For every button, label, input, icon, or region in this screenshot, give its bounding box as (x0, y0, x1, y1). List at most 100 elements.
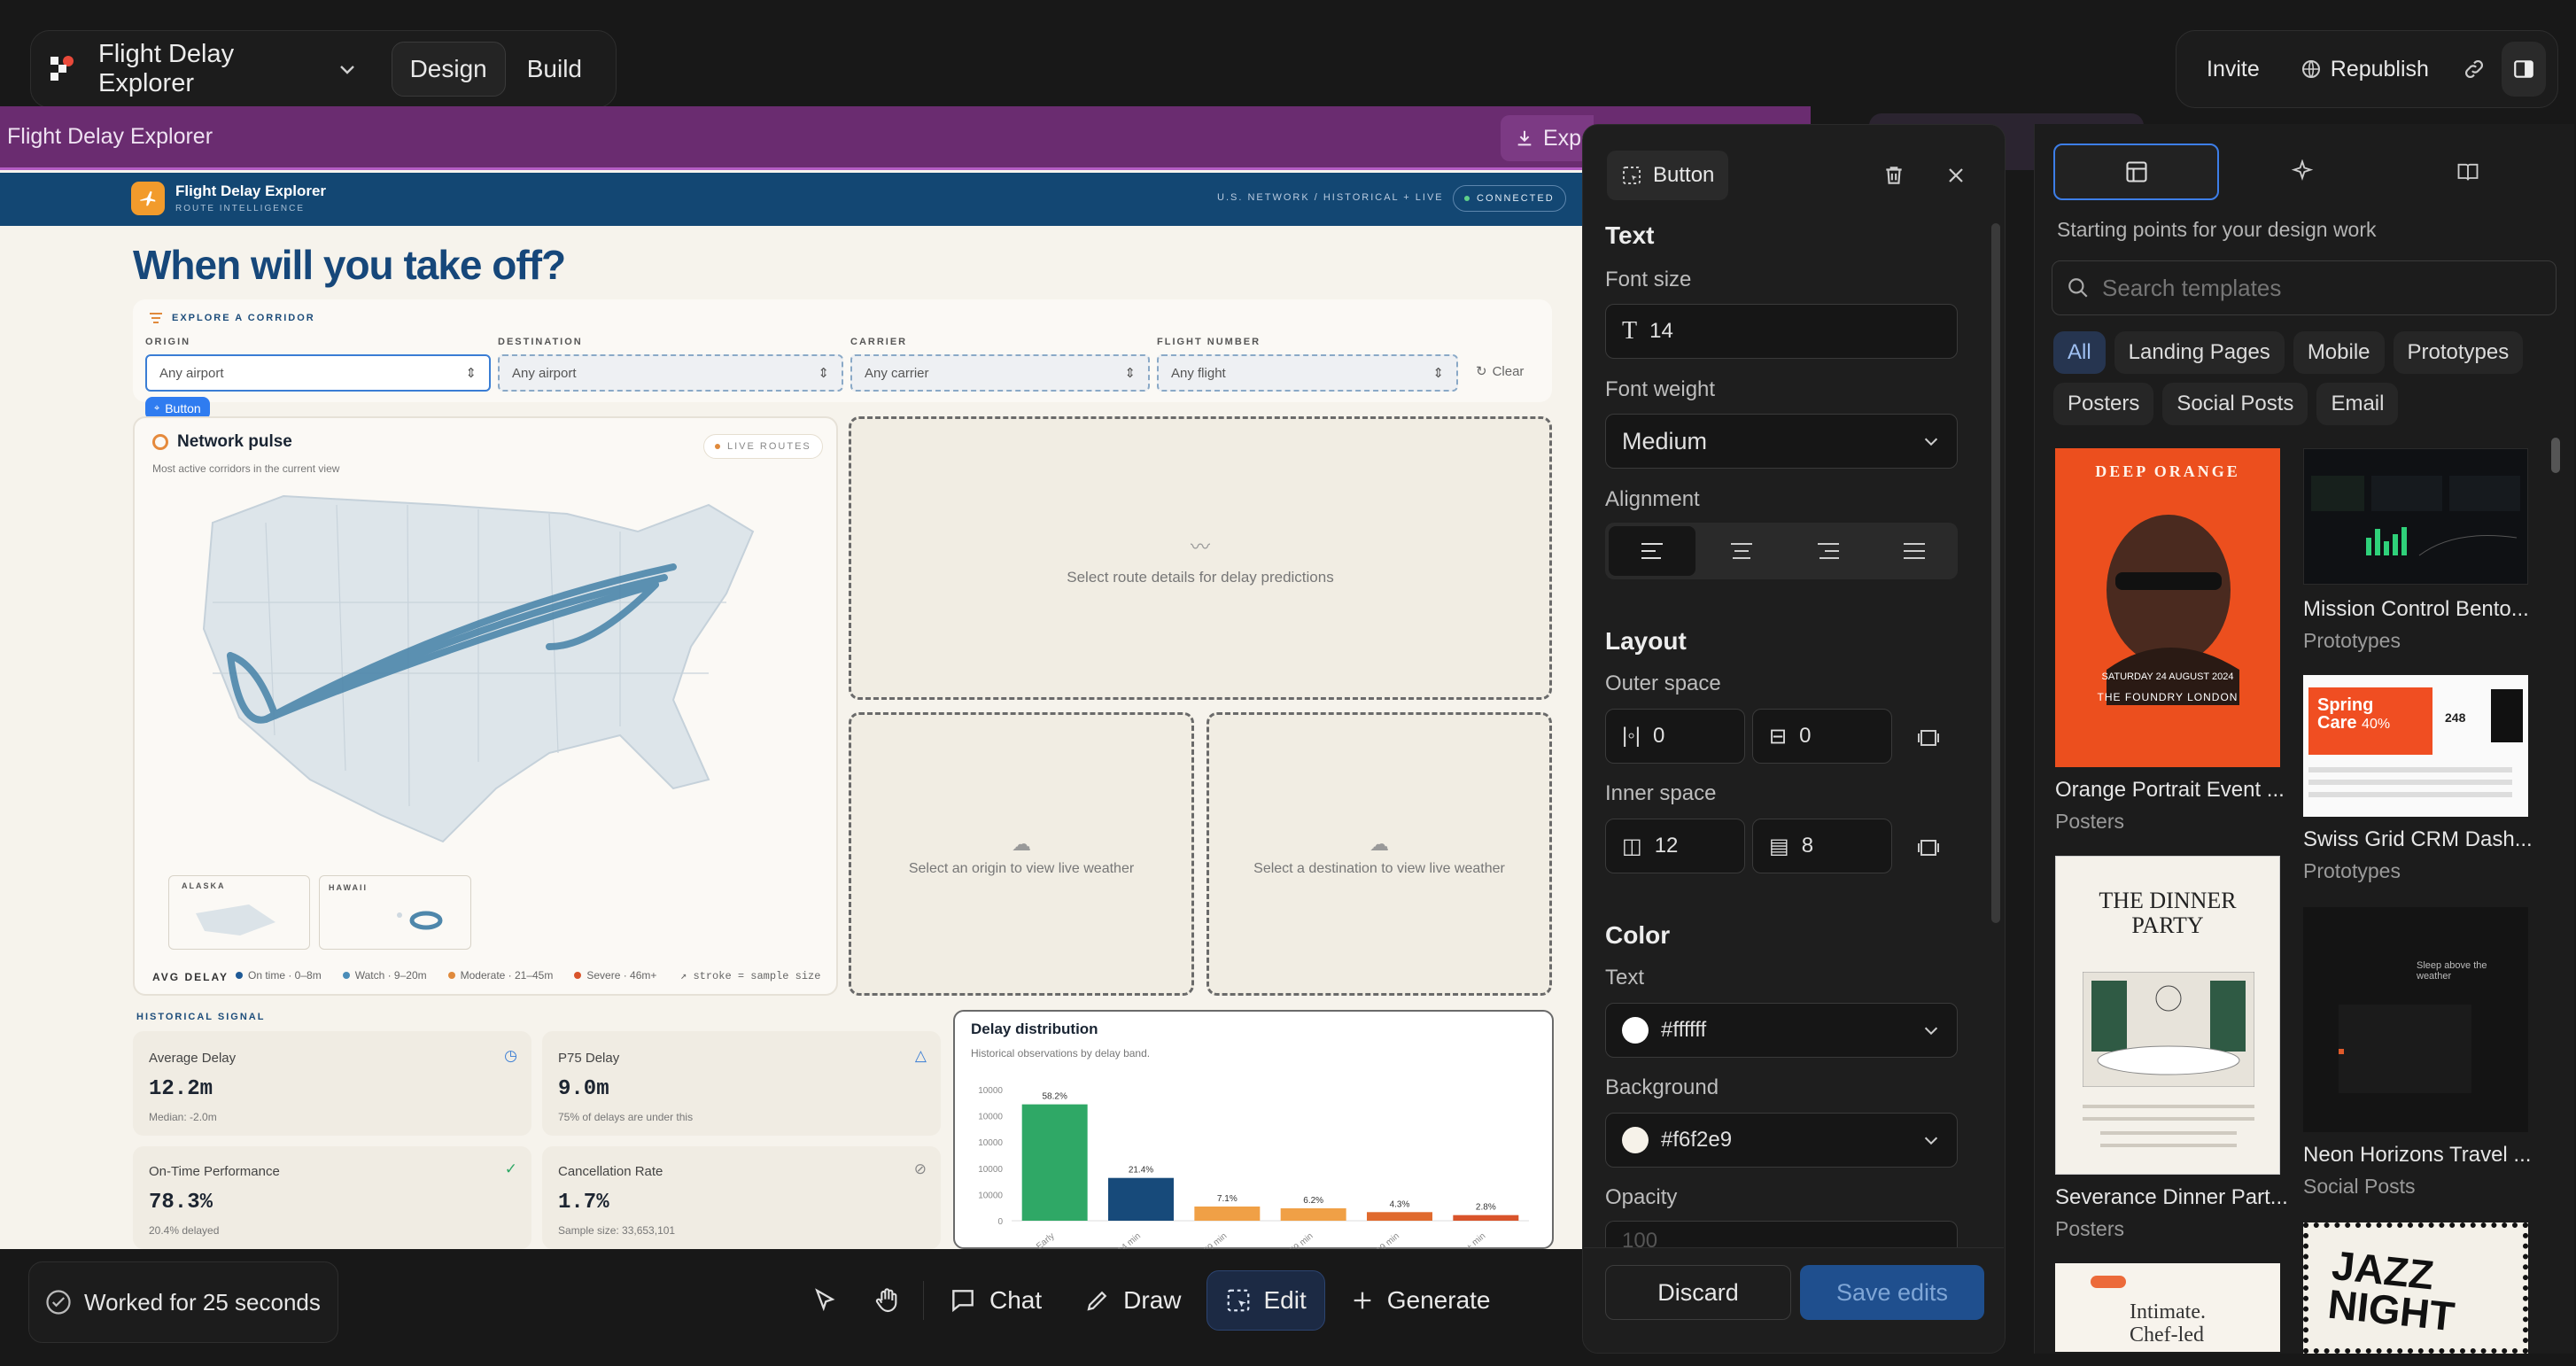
flight-number-select[interactable]: Any flight ⇕ (1157, 354, 1458, 392)
destination-label: DESTINATION (498, 337, 583, 347)
filter-chip-mobile[interactable]: Mobile (2293, 331, 2385, 374)
template-thumb-orange[interactable]: DEEP ORANGE SATURDAY 24 AUGUST 2024 THE … (2055, 448, 2280, 767)
pencil-icon (1087, 1291, 1107, 1311)
template-thumb-dinner[interactable]: THE DINNER PARTY (2055, 856, 2280, 1175)
template-search[interactable] (2052, 260, 2557, 315)
y-tick-label: 10000 (978, 1165, 1003, 1175)
text-color-label: Text (1605, 966, 1645, 990)
template-thumb-intimate[interactable]: Intimate. Chef-led (2055, 1263, 2280, 1352)
chevron-down-icon (1924, 1027, 1938, 1036)
project-title[interactable]: Flight Delay Explorer (98, 40, 322, 98)
template-thumb-crm[interactable]: Spring Care 40% 248 (2303, 675, 2528, 817)
bar[interactable] (1280, 1208, 1346, 1221)
save-edits-button[interactable]: Save edits (1800, 1265, 1984, 1320)
destination-select[interactable]: Any airport ⇕ (498, 354, 843, 392)
background-color-select[interactable]: #f6f2e9 (1605, 1113, 1958, 1168)
close-icon[interactable] (1936, 156, 1975, 195)
canvas-toolbar: Chat Draw Edit Generate (797, 1258, 1577, 1343)
status-dot-icon (715, 444, 720, 449)
filter-chip-prototypes[interactable]: Prototypes (2393, 331, 2524, 374)
filter-chip-posters[interactable]: Posters (2053, 383, 2154, 425)
chat-button[interactable]: Chat (931, 1270, 1059, 1331)
templates-scrollbar[interactable] (2551, 438, 2560, 473)
color-swatch (1622, 1017, 1649, 1044)
discard-button[interactable]: Discard (1605, 1265, 1791, 1320)
select-edit-icon (1227, 1289, 1249, 1312)
draw-button[interactable]: Draw (1067, 1270, 1199, 1331)
align-justify-icon[interactable] (1872, 523, 1959, 579)
template-thumb-jazz[interactable]: JAZZ NIGHT (2303, 1222, 2528, 1354)
share-controls: Invite Republish (2176, 30, 2558, 108)
us-map[interactable] (177, 470, 788, 877)
clear-button[interactable]: ↻ Clear (1476, 363, 1524, 380)
search-icon (2068, 278, 2088, 298)
align-right-icon[interactable] (1785, 523, 1872, 579)
expand-sides-icon[interactable] (1913, 833, 1944, 863)
align-left-icon[interactable] (1609, 526, 1695, 576)
trash-icon[interactable] (1874, 156, 1913, 195)
inner-horizontal-input[interactable]: ◫ 12 (1605, 819, 1745, 873)
align-center-icon[interactable] (1699, 523, 1786, 579)
mode-tabs: Design Build (391, 42, 600, 97)
bar[interactable] (1453, 1215, 1519, 1221)
templates-tab-icon[interactable] (2053, 144, 2220, 200)
filter-chip-landing[interactable]: Landing Pages (2114, 331, 2285, 374)
book-icon[interactable] (2386, 144, 2551, 200)
outer-horizontal-input[interactable]: |◦| 0 (1605, 709, 1745, 764)
template-name[interactable]: Swiss Grid CRM Dash... (2303, 827, 2533, 852)
template-name[interactable]: Mission Control Bento... (2303, 597, 2529, 622)
category-label: Early (1035, 1231, 1057, 1249)
chevron-down-icon[interactable] (337, 58, 358, 80)
bar[interactable] (1367, 1212, 1432, 1221)
generate-button[interactable]: Generate (1332, 1270, 1509, 1331)
tab-design[interactable]: Design (391, 42, 506, 97)
outer-vertical-input[interactable]: ⊟ 0 (1752, 709, 1892, 764)
hand-icon[interactable] (859, 1270, 916, 1331)
template-name[interactable]: Severance Dinner Part... (2055, 1185, 2288, 1210)
bar[interactable] (1021, 1104, 1088, 1221)
bar[interactable] (1108, 1177, 1174, 1221)
expand-sides-icon[interactable] (1913, 723, 1944, 753)
preview-titlebar: Flight Delay Explorer Expo (0, 106, 1811, 170)
carrier-select[interactable]: Any carrier ⇕ (850, 354, 1150, 392)
y-tick-label: 10000 (978, 1191, 1003, 1200)
template-name[interactable]: Neon Horizons Travel ... (2303, 1143, 2531, 1168)
font-size-input[interactable]: T 14 (1605, 304, 1958, 359)
inspector-scrollbar[interactable] (1991, 223, 2000, 923)
chevron-down-icon (1924, 1137, 1938, 1145)
plane-icon (131, 182, 165, 215)
site-brand[interactable]: Flight Delay Explorer (175, 182, 326, 200)
edit-button[interactable]: Edit (1206, 1270, 1325, 1331)
filter-chip-email[interactable]: Email (2316, 383, 2399, 425)
updown-icon: ⇕ (818, 366, 829, 381)
opacity-input[interactable]: 100 (1605, 1221, 1958, 1247)
invite-button[interactable]: Invite (2189, 42, 2277, 97)
template-category: Prototypes (2303, 629, 2401, 652)
carrier-label: CARRIER (850, 337, 908, 347)
font-weight-select[interactable]: Medium (1605, 414, 1958, 469)
panel-toggle-icon[interactable] (2501, 42, 2546, 97)
download-icon (1517, 130, 1532, 146)
cursor-icon[interactable] (797, 1270, 852, 1331)
delay-distribution-chart[interactable]: 10000 10000 10000 10000 10000 0 58.2% Early 21.4… (962, 1063, 1547, 1249)
search-input[interactable] (2102, 274, 2527, 302)
origin-select[interactable]: Any airport ⇕ (145, 354, 491, 392)
template-name[interactable]: Orange Portrait Event ... (2055, 778, 2285, 803)
republish-button[interactable]: Republish (2283, 42, 2447, 97)
layout-section-title: Layout (1605, 627, 1687, 655)
template-thumb-neon[interactable]: Sleep above the weather (2303, 907, 2528, 1132)
template-thumb-mission[interactable] (2303, 448, 2528, 585)
tab-build[interactable]: Build (509, 42, 600, 97)
inner-vertical-input[interactable]: ▤ 8 (1752, 819, 1892, 873)
export-button[interactable]: Expo (1501, 115, 1594, 161)
text-color-select[interactable]: #ffffff (1605, 1003, 1958, 1058)
bar-value-label: 58.2% (1042, 1092, 1067, 1102)
filter-chip-all[interactable]: All (2053, 331, 2106, 374)
site-headline: When will you take off? (133, 242, 566, 288)
sparkle-icon[interactable] (2219, 144, 2385, 200)
link-icon[interactable] (2452, 42, 2496, 97)
stroke-note: ↗ stroke = sample size (680, 970, 821, 982)
filter-chip-social[interactable]: Social Posts (2162, 383, 2308, 425)
outer-space-label: Outer space (1605, 671, 1721, 695)
bar[interactable] (1194, 1206, 1261, 1221)
